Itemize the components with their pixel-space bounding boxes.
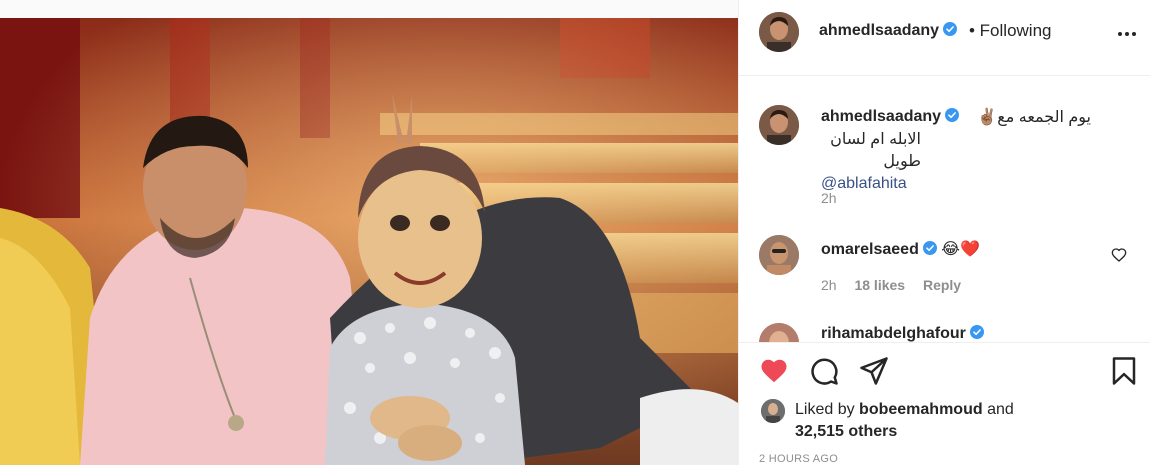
caption-line-1: يوم الجمعه مع✌🏽 [977,109,1091,126]
comments-list[interactable]: ahmedlsaadany يوم الجمعه مع✌🏽 الابله ام … [739,77,1150,342]
comment-like-heart-icon[interactable] [1111,247,1127,263]
post-photo[interactable] [0,18,738,465]
comment-icon[interactable] [809,356,839,386]
likes-count-link[interactable]: 32,515 others [795,423,897,440]
post-header: ahmedlsaadany • Following [739,0,1150,76]
author-username[interactable]: ahmedlsaadany [819,22,958,40]
comment-item: omarelsaeed 😂❤️ 2h 18 likes Reply [739,235,1150,305]
post-timestamp[interactable]: 2 HOURS AGO [759,453,838,465]
verified-badge-icon [943,22,958,36]
caption-body: يوم الجمعه مع✌🏽 الابله ام لسان طويل @abl… [821,107,1091,195]
caption-author-avatar[interactable] [759,105,799,145]
post-actions: Liked by bobeemahmoud and 32,515 others … [739,342,1150,465]
more-options-icon[interactable] [1117,24,1137,44]
caption-line-2: الابله ام لسان طويل [830,131,921,170]
post-detail-panel: ahmedlsaadany • Following ahmedlsaadany … [738,0,1150,465]
caption-time[interactable]: 2h [821,190,837,206]
comment-time[interactable]: 2h [821,277,837,293]
liked-by-user-link[interactable]: bobeemahmoud [859,401,983,418]
post-image [0,18,738,465]
author-avatar[interactable] [759,12,799,52]
comment-username-text[interactable]: omarelsaeed [821,241,919,258]
liked-by-prefix: Liked by [795,401,855,418]
bookmark-icon[interactable] [1109,356,1139,386]
following-status[interactable]: • Following [969,21,1052,41]
verified-badge-icon [969,325,984,339]
heart-icon[interactable] [759,356,789,386]
verified-badge-icon [922,241,937,255]
comment-meta: 2h 18 likes Reply [821,277,961,293]
comment-avatar[interactable] [759,323,799,342]
liked-by-text: Liked by bobeemahmoud and 32,515 others [795,399,1115,443]
comment-reply-button[interactable]: Reply [923,277,961,293]
liked-by-avatar[interactable] [761,399,785,423]
comment-username[interactable]: rihamabdelghafour [821,325,984,342]
comment-avatar[interactable] [759,235,799,275]
comment-text: 😂❤️ [941,241,980,258]
liked-by-and: and [987,401,1014,418]
comment-username[interactable]: omarelsaeed 😂❤️ [821,239,980,259]
comment-likes[interactable]: 18 likes [854,277,905,293]
author-username-text[interactable]: ahmedlsaadany [819,22,939,39]
comment-item: rihamabdelghafour [739,323,1150,342]
share-icon[interactable] [859,356,889,386]
caption-comment: ahmedlsaadany يوم الجمعه مع✌🏽 الابله ام … [739,103,1150,213]
comment-username-text[interactable]: rihamabdelghafour [821,325,966,342]
